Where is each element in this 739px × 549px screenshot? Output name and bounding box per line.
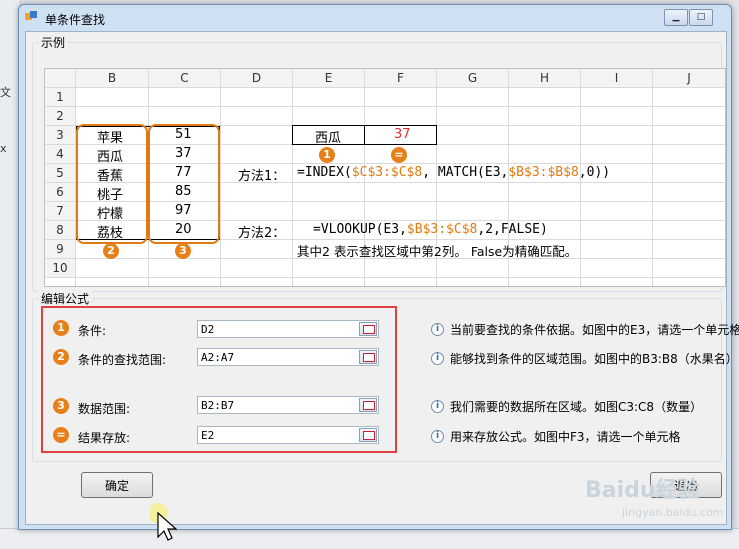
- condition-range-label: 条件的查找范围:: [78, 353, 167, 367]
- row-header: 3: [45, 126, 75, 144]
- condition-hint: 当前要查找的条件依据。如图中的E3，请选一个单元格: [450, 323, 739, 337]
- column-header: H: [509, 69, 580, 87]
- lookup-result-cell: 37: [394, 127, 411, 142]
- row-header: 6: [45, 183, 75, 201]
- method2-part: =VLOOKUP(E3,: [313, 222, 407, 237]
- info-icon: i: [431, 352, 444, 365]
- method2-part: $B$3:$C$8: [406, 222, 478, 237]
- row-header: 4: [45, 145, 75, 163]
- condition-range-field[interactable]: A2:A7: [197, 348, 379, 366]
- column-header: F: [365, 69, 436, 87]
- range-select-icon[interactable]: [359, 350, 377, 364]
- example-spreadsheet: B C D E F G H I J 1 2 3 4 5 6 7 8 9 10 苹…: [44, 68, 726, 287]
- example-group-label: 示例: [38, 34, 69, 51]
- method1-label: 方法1：: [238, 169, 286, 184]
- range-highlight-b: [76, 124, 148, 244]
- condition-range-hint: 能够找到条件的区域范围。如图中的B3:B8（水果名）: [450, 352, 738, 366]
- ok-button[interactable]: 确定: [81, 472, 153, 498]
- app-icon: [25, 11, 37, 20]
- row-header: 10: [45, 259, 75, 277]
- field-badge-3-icon: 3: [53, 398, 69, 414]
- column-header: I: [581, 69, 652, 87]
- window-title: 单条件查找: [45, 13, 106, 27]
- method2-formula: =VLOOKUP(E3,$B$3:$C$8,2,FALSE): [313, 222, 548, 237]
- formula-note: 其中2 表示查找区域中第2列。 False为精确匹配。: [297, 244, 578, 259]
- column-header: J: [653, 69, 725, 87]
- condition-field[interactable]: D2: [197, 320, 379, 338]
- range-select-icon[interactable]: [359, 322, 377, 336]
- field-badge-1-icon: 1: [53, 320, 69, 336]
- result-location-field[interactable]: E2: [197, 426, 379, 444]
- edit-formula-group-label: 编辑公式: [38, 290, 93, 307]
- column-header: E: [293, 69, 364, 87]
- method1-part: , MATCH(E3,: [422, 165, 509, 180]
- field-badge-2-icon: 2: [53, 349, 69, 365]
- data-range-field[interactable]: B2:B7: [197, 396, 379, 414]
- info-icon: i: [431, 430, 444, 443]
- data-range-label: 数据范围:: [78, 402, 131, 416]
- background-text: 文: [0, 86, 11, 99]
- method1-part: $B$3:$B$8: [508, 165, 579, 180]
- column-header: D: [221, 69, 292, 87]
- title-bar[interactable]: 单条件查找 ▁ □: [19, 5, 731, 31]
- row-header: 5: [45, 164, 75, 182]
- data-range-hint: 我们需要的数据所在区域。如图C3:C8（数量）: [450, 400, 703, 414]
- result-location-hint: 用来存放公式。如图中F3，请选一个单元格: [450, 430, 681, 444]
- row-header: 9: [45, 240, 75, 258]
- field-badge-equals-icon: =: [53, 427, 69, 443]
- range-highlight-c: [148, 124, 220, 244]
- badge-3-icon: 3: [175, 243, 191, 259]
- method2-label: 方法2：: [238, 226, 286, 241]
- background-text: x: [0, 142, 7, 155]
- lookup-key-cell: 西瓜: [315, 131, 342, 146]
- method2-part: ,2,FALSE): [477, 222, 548, 237]
- window-controls: ▁ □: [663, 8, 713, 26]
- badge-1-icon: 1: [319, 147, 335, 163]
- row-header: 7: [45, 202, 75, 220]
- column-header: B: [76, 69, 148, 87]
- minimize-icon[interactable]: ▁: [664, 9, 688, 26]
- background-statusbar: [0, 528, 739, 549]
- maximize-icon[interactable]: □: [689, 9, 713, 26]
- result-location-label: 结果存放:: [78, 431, 131, 445]
- method1-part: $C$3:$C$8: [351, 165, 423, 180]
- row-header: 2: [45, 107, 75, 125]
- range-select-icon[interactable]: [359, 398, 377, 412]
- method1-part: ,0)): [578, 165, 611, 180]
- badge-equals-icon: =: [391, 147, 407, 163]
- badge-2-icon: 2: [103, 243, 119, 259]
- condition-label: 条件:: [78, 324, 107, 338]
- row-header: 1: [45, 88, 75, 106]
- select-all-corner: [45, 69, 76, 88]
- row-header: 8: [45, 221, 75, 239]
- watermark-url: jingyan.baidu.com: [622, 506, 724, 519]
- mouse-cursor-icon: [150, 503, 178, 541]
- info-icon: i: [431, 400, 444, 413]
- info-icon: i: [431, 323, 444, 336]
- column-header: G: [437, 69, 508, 87]
- method1-formula: =INDEX($C$3:$C$8, MATCH(E3,$B$3:$B$8,0)): [297, 165, 610, 180]
- range-select-icon[interactable]: [359, 428, 377, 442]
- watermark-logo: Baidu经验: [585, 478, 700, 503]
- column-header: C: [149, 69, 220, 87]
- method1-part: =INDEX(: [297, 165, 352, 180]
- dialog-window: 单条件查找 ▁ □ 示例 B C D E F G H I J 1 2 3 4 5 …: [18, 4, 732, 530]
